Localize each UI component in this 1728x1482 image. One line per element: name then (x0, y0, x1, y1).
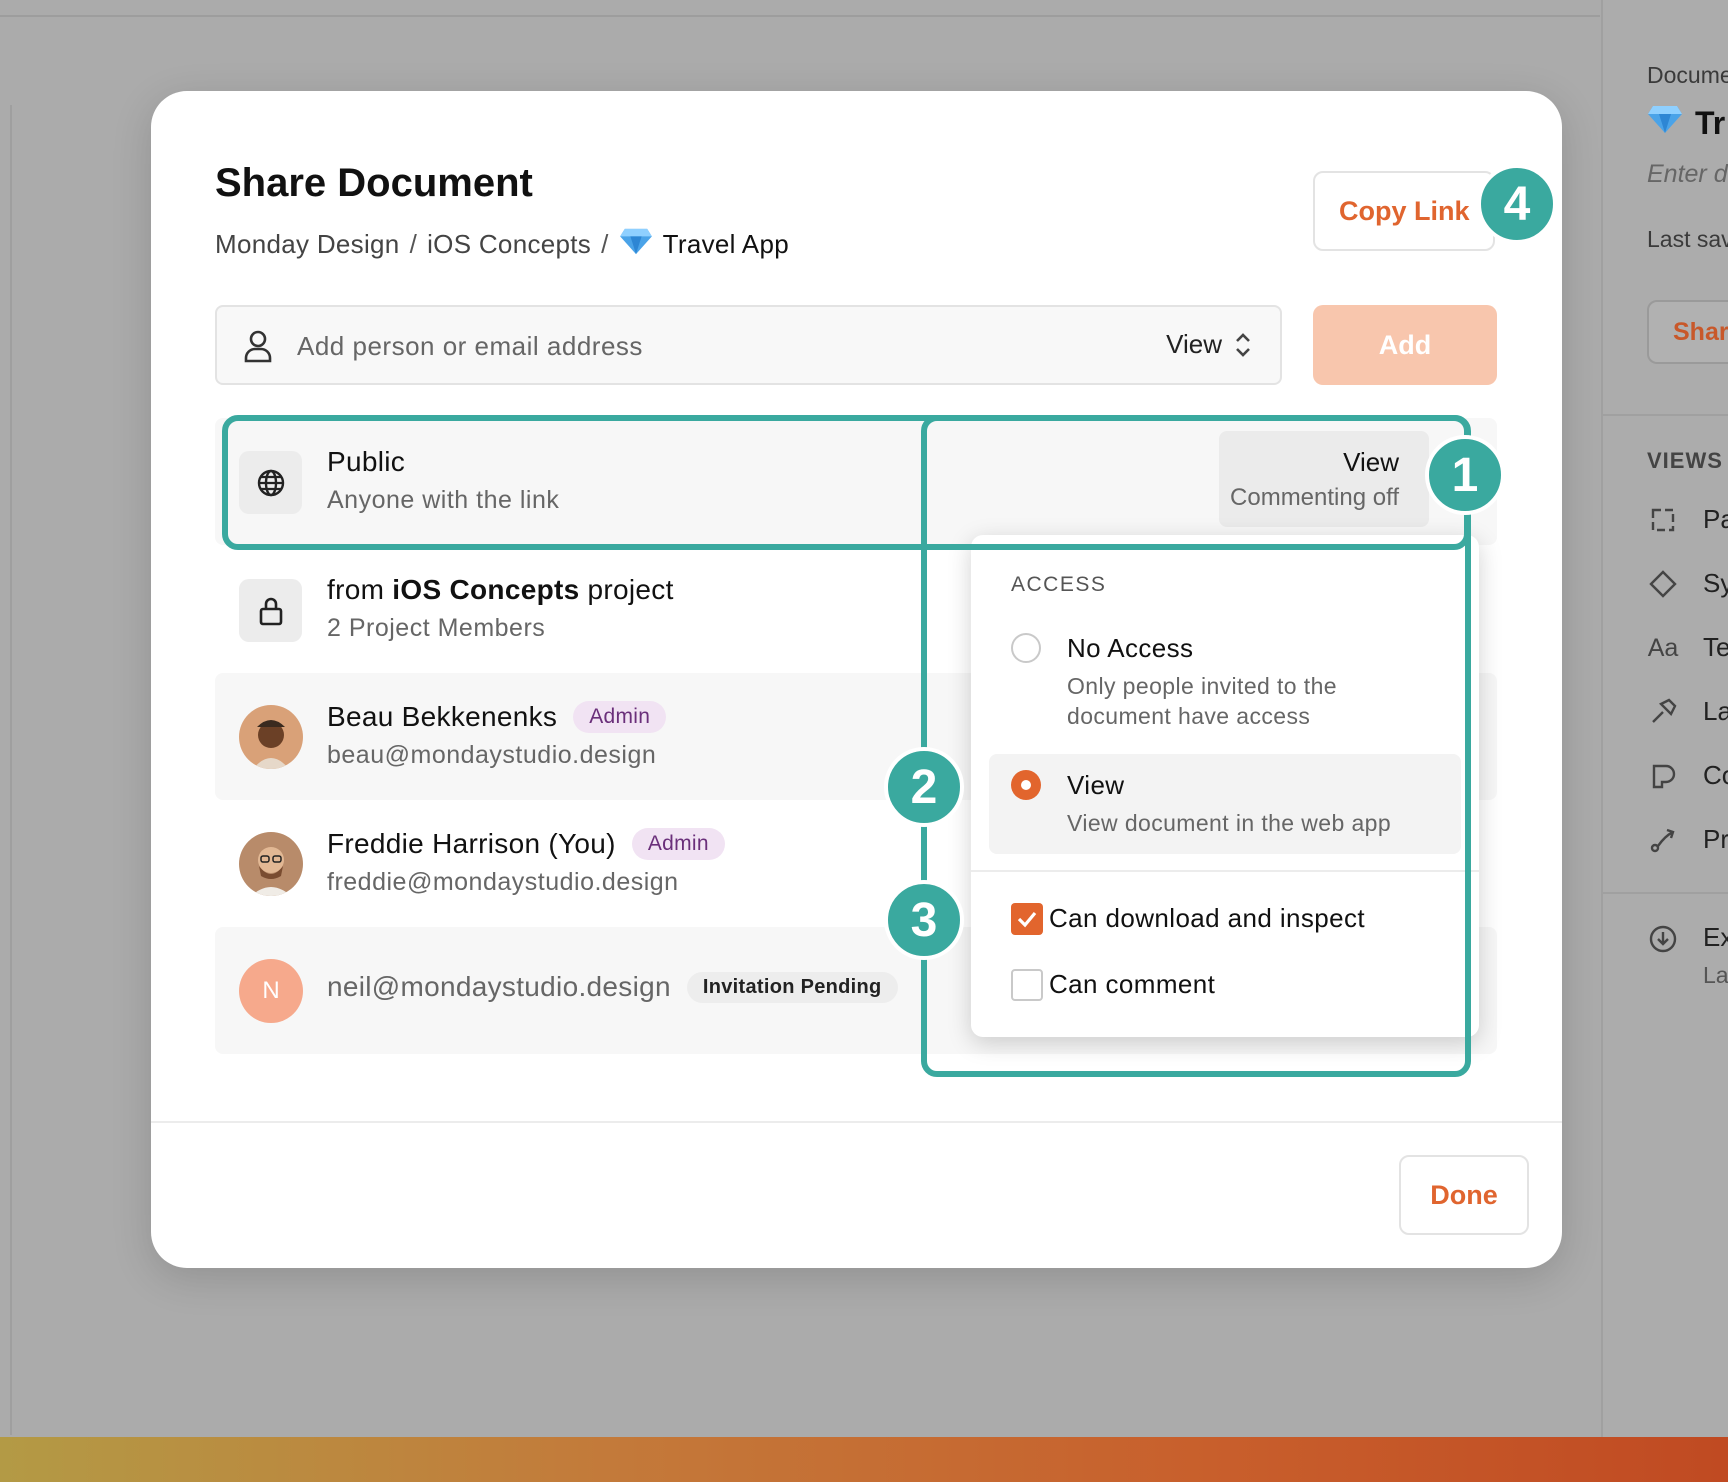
admin-badge: Admin (631, 828, 725, 860)
background-top-border (0, 0, 1600, 17)
user-name: Freddie Harrison (You) Admin (327, 828, 725, 860)
globe-icon (239, 451, 302, 514)
page-icon (1647, 506, 1679, 536)
add-button[interactable]: Add (1313, 305, 1497, 385)
export-icon (1647, 924, 1679, 954)
panel-description-input[interactable]: Enter d (1647, 160, 1728, 189)
breadcrumb-separator: / (601, 229, 609, 259)
annotation-marker: 4 (1477, 164, 1557, 244)
panel-item-prototype[interactable]: Pr (1647, 824, 1728, 860)
admin-badge: Admin (573, 701, 667, 733)
access-menu-divider (971, 870, 1479, 872)
panel-item-symbols[interactable]: Sy (1647, 568, 1728, 604)
breadcrumb-separator: / (409, 229, 418, 259)
access-menu-heading: ACCESS (1011, 573, 1107, 596)
panel-doc-label: Docume (1647, 62, 1728, 88)
avatar (239, 705, 303, 769)
person-icon (243, 329, 273, 368)
document-side-panel: Docume Tr Enter d Last sav Shar VIEWS Pa… (1601, 0, 1728, 1437)
panel-divider (1603, 414, 1728, 416)
option-no-access[interactable]: No Access Only people invited to the doc… (989, 617, 1461, 729)
gem-icon (619, 227, 653, 262)
panel-item-pages[interactable]: Pa (1647, 504, 1728, 540)
option-view[interactable]: View View document in the web app (989, 754, 1461, 854)
checkbox-label: Can comment (1049, 969, 1216, 999)
done-button[interactable]: Done (1399, 1155, 1529, 1235)
panel-last-saved: Last sav (1647, 226, 1728, 252)
list-item-title: from iOS Concepts project (327, 574, 674, 605)
list-item-subtitle: Anyone with the link (327, 486, 560, 514)
radio-button-selected[interactable] (1011, 770, 1041, 800)
list-item-subtitle: 2 Project Members (327, 614, 546, 642)
checkbox-label: Can download and inspect (1049, 903, 1366, 933)
role-select-value: View (1166, 329, 1222, 359)
annotation-marker: 3 (884, 880, 964, 960)
panel-share-button[interactable]: Shar (1647, 300, 1728, 364)
option-label: View (1067, 770, 1125, 800)
page-title: Share Document (215, 161, 533, 205)
public-access-select[interactable]: View Commenting off (1219, 431, 1429, 527)
radio-button[interactable] (1011, 633, 1041, 663)
role-select[interactable]: View (1166, 329, 1252, 360)
background-left-border (10, 105, 12, 1435)
components-icon (1647, 762, 1679, 792)
breadcrumb-current: Travel App (662, 229, 789, 259)
access-subvalue: Commenting off (1230, 484, 1399, 511)
prototype-icon (1647, 826, 1679, 856)
invite-email: neil@mondaystudio.design Invitation Pend… (327, 971, 898, 1003)
user-name: Beau Bekkenenks Admin (327, 701, 667, 733)
panel-doc-title: Tr (1647, 104, 1725, 142)
check-comment[interactable]: Can comment (971, 961, 1479, 1011)
access-menu: ACCESS No Access Only people invited to … (971, 535, 1479, 1037)
add-person-placeholder: Add person or email address (297, 331, 643, 361)
user-email: beau@mondaystudio.design (327, 741, 657, 769)
breadcrumb: Monday Design / iOS Concepts / Travel Ap… (215, 227, 789, 262)
breadcrumb-item[interactable]: iOS Concepts (427, 229, 591, 260)
avatar: N (239, 959, 303, 1023)
list-item-title: Public (327, 446, 406, 477)
panel-item-text[interactable]: Aa Te (1647, 632, 1728, 668)
background-bottom-bar (0, 1437, 1728, 1482)
checkbox-checked[interactable] (1011, 903, 1043, 935)
breadcrumb-item[interactable]: Monday Design (215, 229, 400, 260)
option-description: Only people invited to the document have… (1067, 673, 1337, 729)
panel-item-export[interactable]: Ex La (1647, 922, 1728, 988)
text-icon: Aa (1647, 634, 1679, 663)
hammer-icon (1647, 698, 1679, 728)
check-download[interactable]: Can download and inspect (971, 895, 1479, 945)
panel-item-components[interactable]: Co (1647, 760, 1728, 796)
gem-icon (1647, 104, 1685, 142)
checkbox[interactable] (1011, 969, 1043, 1001)
panel-item-layers[interactable]: La (1647, 696, 1728, 732)
avatar (239, 832, 303, 896)
lock-icon (239, 579, 302, 642)
copy-link-button[interactable]: Copy Link (1313, 171, 1495, 251)
option-description: View document in the web app (1067, 810, 1392, 836)
user-email: freddie@mondaystudio.design (327, 868, 679, 896)
add-person-input[interactable]: Add person or email address View (215, 305, 1282, 385)
pending-badge: Invitation Pending (686, 971, 898, 1003)
option-label: No Access (1067, 633, 1194, 663)
access-value: View (1343, 447, 1399, 477)
diamond-icon (1647, 570, 1679, 600)
annotation-marker: 1 (1425, 435, 1505, 515)
panel-divider (1603, 892, 1728, 894)
chevron-updown-icon (1236, 332, 1250, 357)
footer-divider (151, 1121, 1562, 1123)
panel-views-heading: VIEWS (1647, 448, 1723, 473)
annotation-marker: 2 (884, 747, 964, 827)
